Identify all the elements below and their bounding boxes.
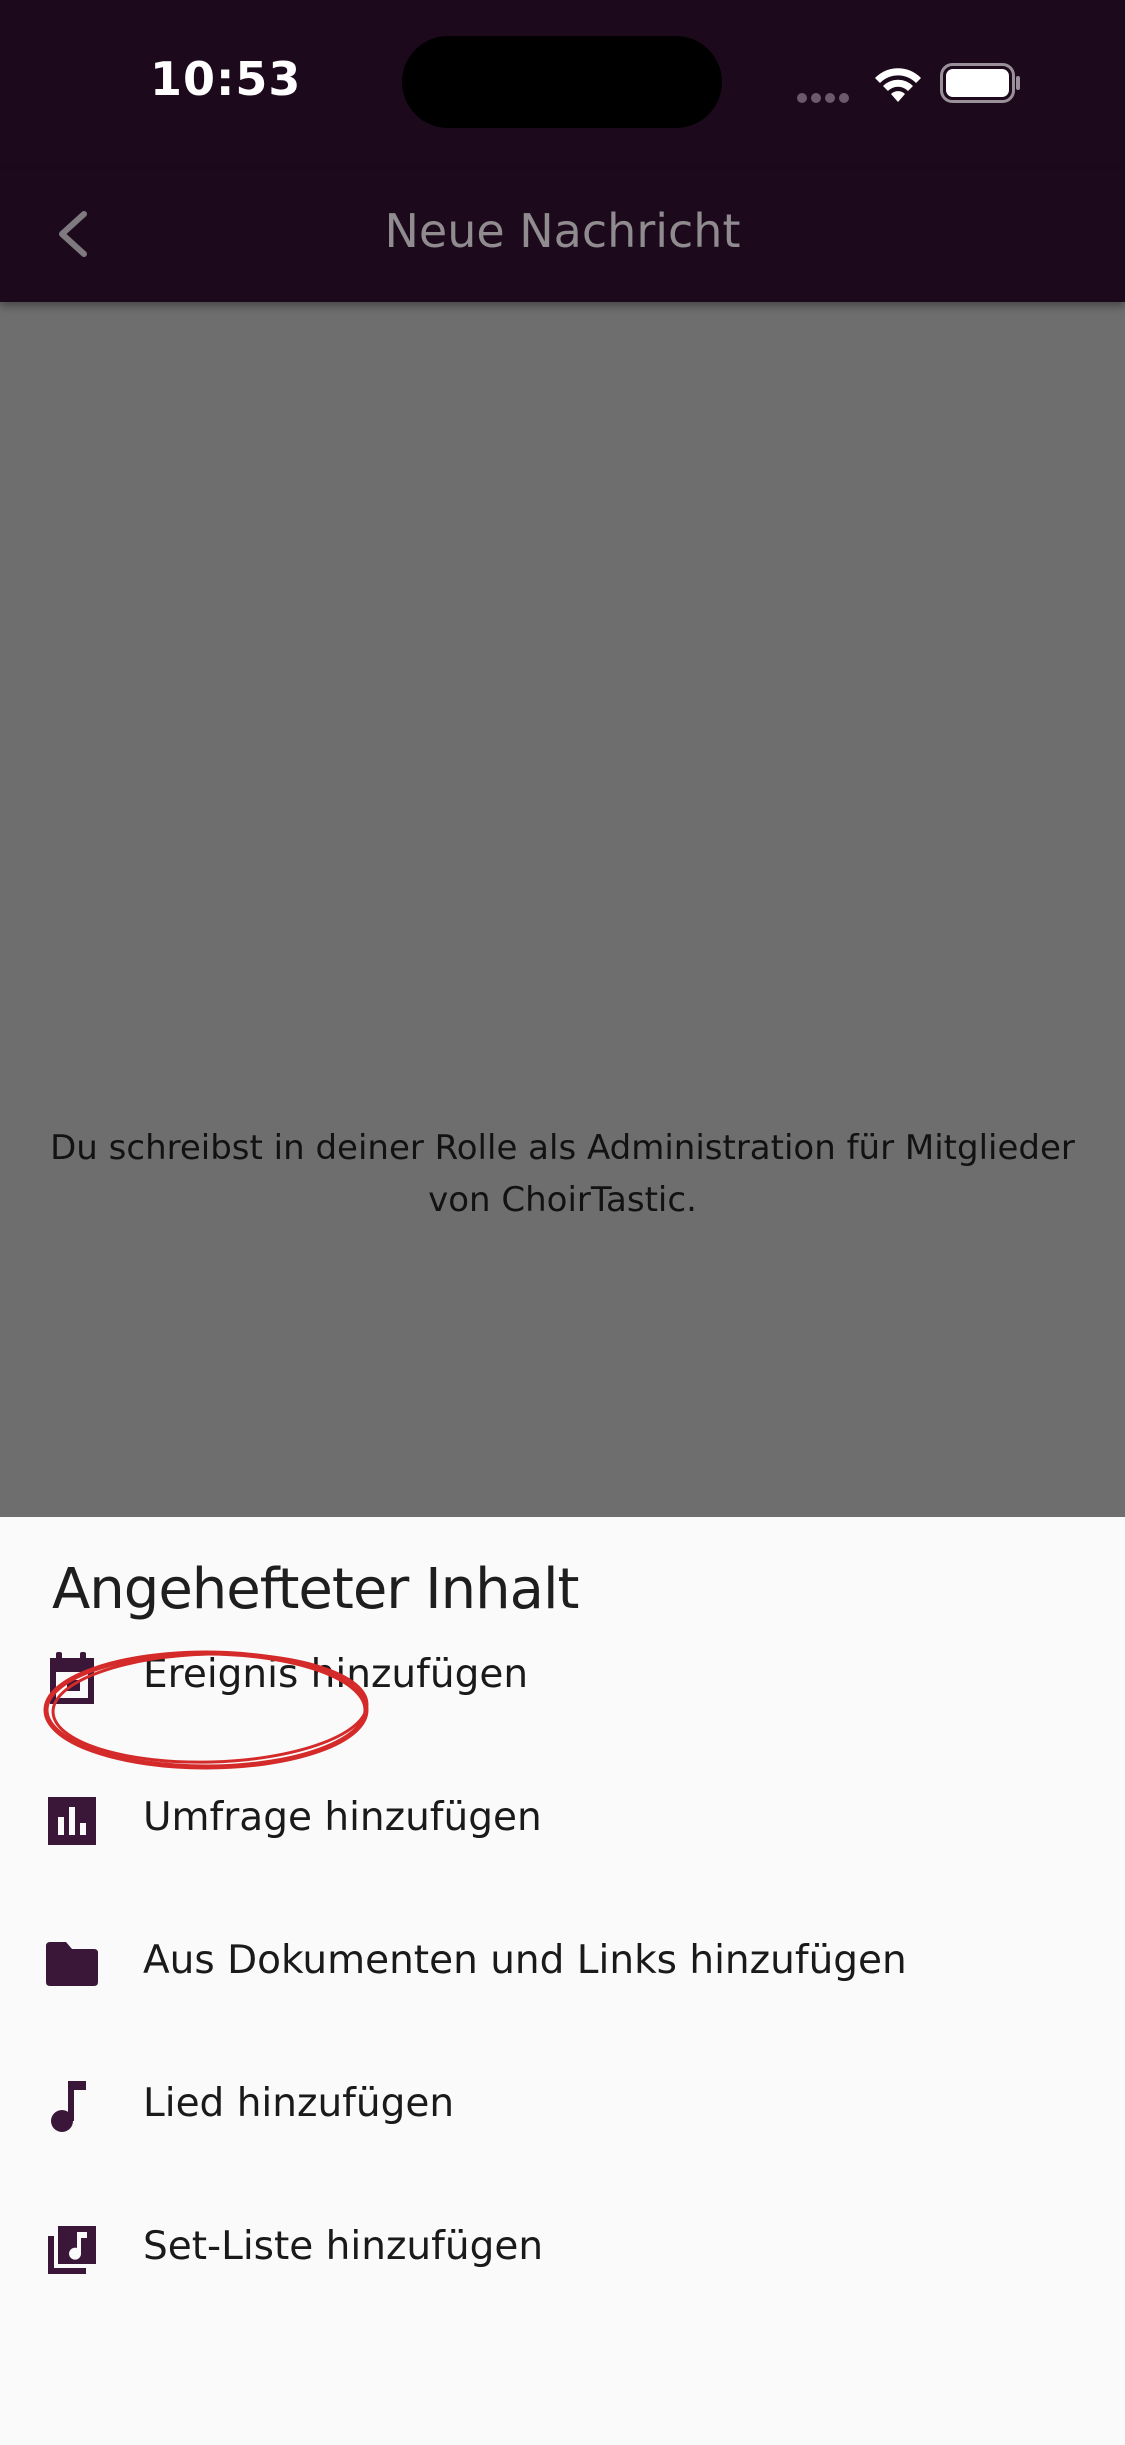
add-setlist-option[interactable]: Set-Liste hinzufügen [0,2184,1125,2304]
add-document-option[interactable]: Aus Dokumenten und Links hinzufügen [0,1898,1125,2018]
attachment-bottom-sheet: Angehefteter Inhalt Ereignis hinzufügen … [0,1517,1125,2445]
add-song-label: Lied hinzufügen [143,2081,455,2126]
add-document-label: Aus Dokumenten und Links hinzufügen [143,1938,907,1983]
wifi-icon [875,68,921,102]
battery-icon [940,63,1020,103]
status-bar: 10:53 [0,0,1125,170]
poll-icon [48,1797,96,1845]
calendar-icon [50,1652,94,1704]
app-bar: Neue Nachricht [0,170,1125,302]
page-title: Neue Nachricht [384,204,741,258]
status-time: 10:53 [150,52,302,106]
music-note-icon [51,2081,86,2132]
add-song-option[interactable]: Lied hinzufügen [0,2041,1125,2161]
add-poll-label: Umfrage hinzufügen [143,1795,542,1840]
add-event-option[interactable]: Ereignis hinzufügen [0,1612,1125,1732]
cellular-signal-icon [797,88,857,103]
add-poll-option[interactable]: Umfrage hinzufügen [0,1755,1125,1875]
add-event-label: Ereignis hinzufügen [143,1652,529,1697]
dynamic-island [402,36,722,128]
add-setlist-label: Set-Liste hinzufügen [143,2224,544,2269]
library-music-icon [48,2226,96,2274]
folder-icon [46,1942,98,1986]
role-info-text: Du schreibst in deiner Rolle als Adminis… [50,1128,1075,1220]
